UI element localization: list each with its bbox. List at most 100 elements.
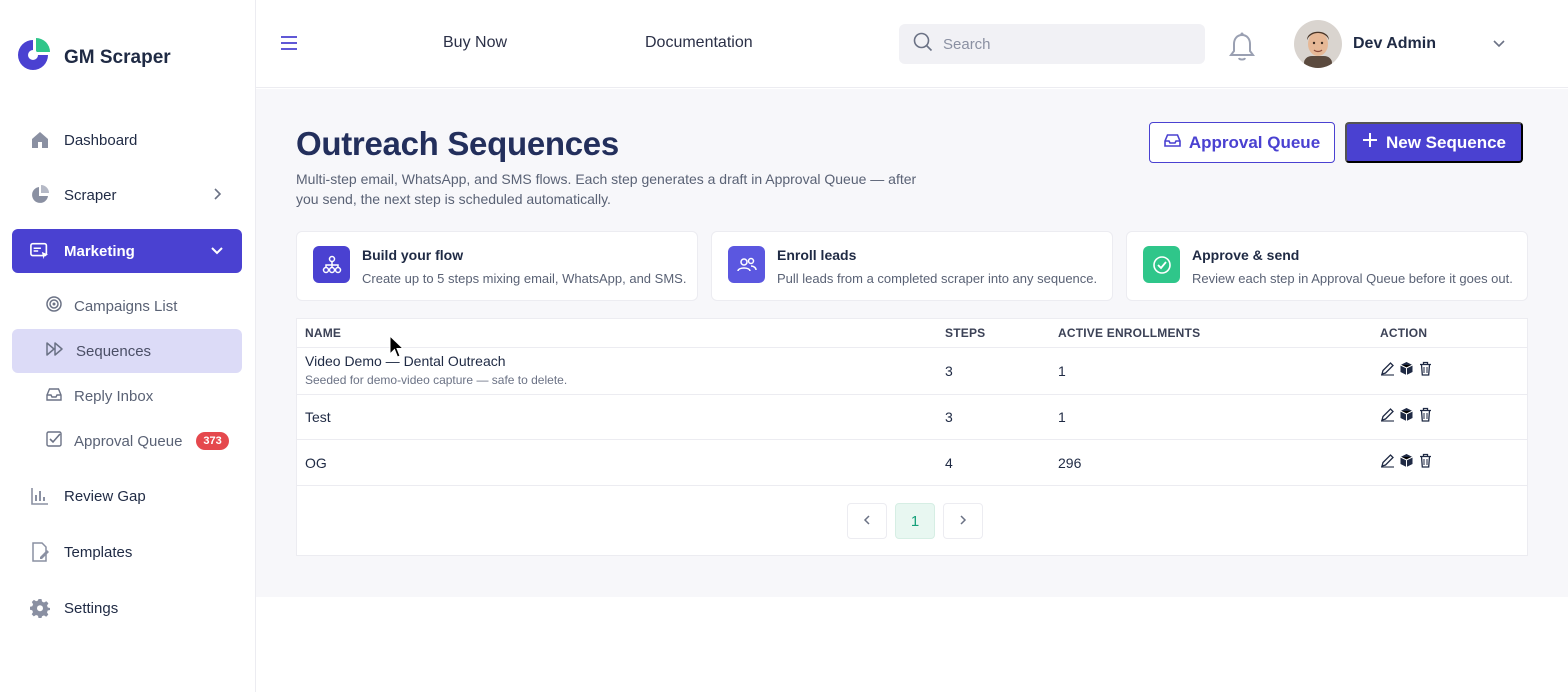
page-description: Multi-step email, WhatsApp, and SMS flow…	[296, 171, 917, 207]
brand[interactable]: GM Scraper	[16, 38, 171, 77]
plus-icon	[1362, 132, 1378, 153]
sidebar-item-dashboard[interactable]: Dashboard	[12, 118, 242, 162]
column-header-name[interactable]: NAME	[305, 326, 341, 340]
pagination-page-button[interactable]: 1	[895, 503, 935, 539]
chevron-right-icon	[210, 187, 224, 205]
sidebar-item-label: Campaigns List	[74, 297, 178, 315]
avatar[interactable]	[1294, 20, 1342, 68]
sidebar-item-label: Scraper	[64, 186, 117, 204]
row-actions	[1380, 453, 1433, 473]
chevron-down-icon[interactable]	[1492, 37, 1506, 56]
fast-forward-icon	[46, 341, 64, 361]
row-actions	[1380, 407, 1433, 427]
trash-icon[interactable]	[1418, 361, 1433, 381]
column-header-active-enrollments[interactable]: ACTIVE ENROLLMENTS	[1058, 326, 1200, 340]
sidebar-item-label: Reply Inbox	[74, 387, 154, 405]
user-name[interactable]: Dev Admin	[1353, 35, 1436, 53]
sidebar-item-settings[interactable]: Settings	[12, 586, 242, 630]
sidebar-item-scraper[interactable]: Scraper	[12, 173, 242, 217]
search-box[interactable]	[899, 24, 1205, 64]
brand-name: GM Scraper	[64, 46, 171, 68]
users-icon	[728, 246, 765, 283]
pagination-prev-button[interactable]	[847, 503, 887, 539]
sidebar-item-templates[interactable]: Templates	[12, 530, 242, 574]
approval-queue-button[interactable]: Approval Queue	[1149, 122, 1335, 163]
chevron-down-icon	[210, 243, 224, 261]
sequence-name[interactable]: Video Demo — Dental Outreach	[305, 353, 506, 369]
inbox-icon	[46, 386, 62, 406]
table-row[interactable]: Video Demo — Dental Outreach Seeded for …	[297, 347, 1527, 395]
info-card-enroll-leads: Enroll leads Pull leads from a completed…	[711, 231, 1113, 301]
table-row[interactable]: Test 3 1	[297, 395, 1527, 440]
new-sequence-button[interactable]: New Sequence	[1345, 122, 1523, 163]
sidebar-item-review-gap[interactable]: Review Gap	[12, 474, 242, 518]
documentation-link[interactable]: Documentation	[645, 34, 753, 52]
edit-icon[interactable]	[1380, 453, 1395, 473]
card-text: Review each step in Approval Queue befor…	[1192, 271, 1513, 286]
gear-icon	[30, 598, 50, 618]
enrollment-count: 296	[1058, 455, 1082, 471]
trash-icon[interactable]	[1418, 453, 1433, 473]
template-icon	[30, 542, 50, 562]
pie-chart-icon	[30, 185, 50, 205]
card-text: Pull leads from a completed scraper into…	[777, 271, 1098, 286]
table-row[interactable]: OG 4 296	[297, 440, 1527, 486]
check-circle-icon	[1143, 246, 1180, 283]
info-card-build-flow: Build your flow Create up to 5 steps mix…	[296, 231, 698, 301]
sidebar-item-label: Approval Queue	[74, 432, 183, 450]
approval-count-badge: 373	[196, 432, 229, 450]
box-icon[interactable]	[1399, 361, 1414, 381]
sidebar-item-label: Sequences	[76, 342, 152, 360]
enrollment-count: 1	[1058, 409, 1066, 425]
sidebar-item-label: Settings	[64, 599, 119, 617]
column-header-action: ACTION	[1380, 326, 1428, 340]
pagination: 1	[847, 503, 983, 539]
card-title: Approve & send	[1192, 247, 1300, 263]
sidebar-item-approval-queue[interactable]: Approval Queue 373	[12, 419, 242, 463]
notification-bell-icon[interactable]	[1229, 32, 1255, 67]
flow-icon	[313, 246, 350, 283]
logo-icon	[16, 38, 50, 77]
trash-icon[interactable]	[1418, 407, 1433, 427]
edit-icon[interactable]	[1380, 407, 1395, 427]
box-icon[interactable]	[1399, 407, 1414, 427]
steps-count: 3	[945, 363, 953, 379]
sidebar-item-marketing[interactable]: Marketing	[12, 229, 242, 273]
row-actions	[1380, 361, 1433, 381]
sequence-subtitle: Seeded for demo-video capture — safe to …	[305, 373, 568, 387]
sidebar-item-campaigns-list[interactable]: Campaigns List	[12, 284, 242, 328]
box-icon[interactable]	[1399, 453, 1414, 473]
sidebar-item-reply-inbox[interactable]: Reply Inbox	[12, 374, 242, 418]
main-content: Outreach Sequences Multi-step email, Wha…	[256, 89, 1568, 597]
info-card-approve-send: Approve & send Review each step in Appro…	[1126, 231, 1528, 301]
search-icon	[913, 32, 933, 57]
sidebar-item-label: Templates	[64, 543, 133, 561]
target-icon	[46, 296, 62, 316]
sidebar-item-label: Marketing	[64, 242, 135, 260]
inbox-icon	[1164, 132, 1181, 153]
top-bar: Buy Now Documentation Dev Admin	[256, 0, 1568, 88]
pagination-next-button[interactable]	[943, 503, 983, 539]
check-square-icon	[46, 431, 62, 451]
card-title: Build your flow	[362, 247, 464, 263]
edit-icon[interactable]	[1380, 361, 1395, 381]
hamburger-menu-icon[interactable]	[280, 34, 298, 57]
bar-chart-icon	[30, 486, 50, 506]
enrollment-count: 1	[1058, 363, 1066, 379]
buy-now-link[interactable]: Buy Now	[443, 34, 507, 52]
home-icon	[30, 130, 50, 150]
card-title: Enroll leads	[777, 247, 857, 263]
chevron-left-icon	[861, 513, 873, 530]
sequence-name[interactable]: OG	[305, 455, 327, 471]
sidebar-item-sequences[interactable]: Sequences	[12, 329, 242, 373]
approval-queue-label: Approval Queue	[1188, 132, 1321, 152]
sidebar-item-label: Dashboard	[64, 131, 138, 149]
steps-count: 4	[945, 455, 953, 471]
card-text: Create up to 5 steps mixing email, Whats…	[362, 271, 687, 286]
steps-count: 3	[945, 409, 953, 425]
marketing-icon	[30, 241, 50, 261]
new-sequence-label: New Sequence	[1386, 132, 1506, 152]
column-header-steps[interactable]: STEPS	[945, 326, 985, 340]
search-input[interactable]	[943, 35, 1183, 53]
sequence-name[interactable]: Test	[305, 409, 331, 425]
